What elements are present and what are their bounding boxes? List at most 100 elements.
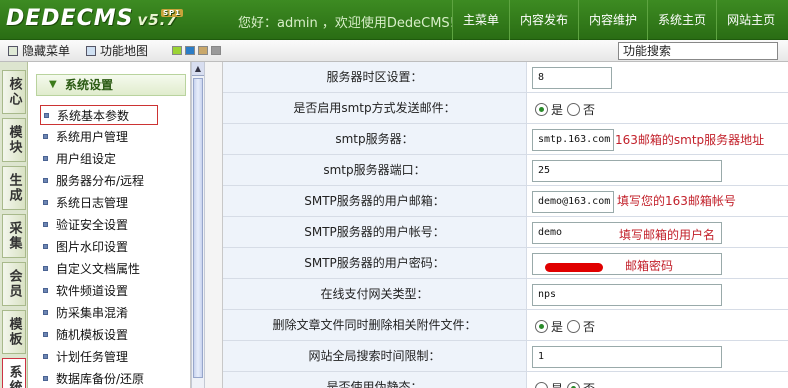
swatch-gray[interactable]	[211, 46, 221, 55]
tab-core[interactable]: 核心	[2, 70, 26, 114]
menu-item-security[interactable]: 验证安全设置	[40, 215, 128, 235]
payment-gateway-input[interactable]: nps	[532, 284, 722, 306]
smtp-server-input[interactable]: smtp.163.com	[532, 129, 614, 151]
menu-item-backup[interactable]: 数据库备份/还原	[40, 369, 144, 388]
setting-label: smtp服务器端口：	[223, 155, 527, 185]
tab-module[interactable]: 模块	[2, 118, 26, 162]
frame-gap	[205, 62, 222, 388]
radio-yes[interactable]	[535, 103, 548, 116]
menu-item-random-template[interactable]: 随机模板设置	[40, 325, 128, 345]
menu-item-basic-params[interactable]: 系统基本参数	[40, 105, 158, 125]
bullet-icon	[43, 310, 48, 315]
menu-item-label: 数据库备份/还原	[56, 372, 145, 386]
menu-item-groups[interactable]: 用户组设定	[40, 149, 116, 169]
tab-member[interactable]: 会员	[2, 262, 26, 306]
menu-item-label: 用户组设定	[56, 152, 117, 166]
welcome-text: 您好：admin ，欢迎使用DedeCMS!	[238, 16, 455, 31]
radio-no[interactable]	[567, 103, 581, 116]
hide-menu-button[interactable]: 隐藏菜单	[8, 43, 70, 59]
tab-generate[interactable]: 生成	[2, 166, 26, 210]
menu-item-watermark[interactable]: 图片水印设置	[40, 237, 128, 257]
radio-yes[interactable]	[535, 382, 548, 388]
swatch-tan[interactable]	[198, 46, 208, 55]
setting-row-smtp-server: smtp服务器： smtp.163.com 163邮箱的smtp服务器地址	[223, 124, 788, 155]
setting-value-cell: 是 否	[527, 372, 788, 388]
setting-label: SMTP服务器的用户密码：	[223, 248, 527, 278]
menu-item-tasks[interactable]: 计划任务管理	[40, 347, 128, 367]
setting-label: SMTP服务器的用户帐号：	[223, 217, 527, 247]
menu-section-title: 系统设置	[65, 78, 114, 92]
bullet-icon	[44, 113, 49, 118]
bullet-icon	[43, 156, 48, 161]
side-menu-scrollbar[interactable]: ▲	[191, 62, 205, 388]
bullet-icon	[43, 222, 48, 227]
scroll-up-icon[interactable]: ▲	[192, 62, 204, 76]
swatch-green[interactable]	[172, 46, 182, 55]
redacted-mark	[545, 263, 603, 272]
nav-main-menu[interactable]: 主菜单	[452, 0, 509, 40]
smtp-email-note: 填写您的163邮箱帐号	[617, 194, 736, 208]
pseudo-static-radio-group: 是 否	[535, 380, 599, 388]
menu-item-software[interactable]: 软件频道设置	[40, 281, 128, 301]
menu-section-header[interactable]: ▼ 系统设置	[36, 74, 186, 96]
search-limit-input[interactable]: 1	[532, 346, 722, 368]
nav-content-publish[interactable]: 内容发布	[509, 0, 578, 40]
top-nav: 主菜单 内容发布 内容维护 系统主页 网站主页	[452, 0, 785, 40]
setting-row-delete-attachments: 删除文章文件同时删除相关附件文件： 是 否	[223, 310, 788, 341]
setting-value-cell: demo 填写邮箱的用户名	[527, 217, 788, 247]
menu-item-servers[interactable]: 服务器分布/远程	[40, 171, 144, 191]
setting-value-cell: 1	[527, 341, 788, 371]
radio-no[interactable]	[567, 382, 581, 388]
setting-label: 在线支付网关类型：	[223, 279, 527, 309]
radio-yes[interactable]	[535, 320, 548, 333]
tab-collect[interactable]: 采集	[2, 214, 26, 258]
setting-value-cell: 8	[527, 62, 788, 92]
menu-item-label: 服务器分布/远程	[56, 174, 145, 188]
nav-content-maintain[interactable]: 内容维护	[578, 0, 647, 40]
nav-system-home[interactable]: 系统主页	[647, 0, 716, 40]
radio-no[interactable]	[567, 320, 581, 333]
radio-yes-label: 是	[551, 320, 564, 334]
bullet-icon	[43, 178, 48, 183]
menu-item-label: 系统用户管理	[56, 130, 129, 144]
menu-item-doc-attrs[interactable]: 自定义文档属性	[40, 259, 140, 279]
smtp-email-input[interactable]: demo@163.com	[532, 191, 614, 213]
toolbar: 隐藏菜单 功能地图 功能搜索	[0, 40, 788, 62]
logo-text: DEDECMS	[6, 6, 134, 31]
setting-value-cell: demo@163.com 填写您的163邮箱帐号	[527, 186, 788, 216]
bullet-icon	[43, 244, 48, 249]
menu-item-label: 随机模板设置	[56, 328, 129, 342]
delete-attachments-radio-group: 是 否	[535, 318, 599, 335]
setting-value-cell: 是 否	[527, 310, 788, 340]
menu-item-logs[interactable]: 系统日志管理	[40, 193, 128, 213]
site-map-button[interactable]: 功能地图	[86, 43, 148, 59]
scroll-thumb[interactable]	[193, 78, 203, 378]
setting-row-smtp-port: smtp服务器端口： 25	[223, 155, 788, 186]
setting-value-cell: 邮箱密码	[527, 248, 788, 278]
setting-label: smtp服务器：	[223, 124, 527, 154]
setting-label: SMTP服务器的用户邮箱：	[223, 186, 527, 216]
menu-item-label: 图片水印设置	[56, 240, 129, 254]
setting-label: 是否启用smtp方式发送邮件：	[223, 93, 527, 123]
sp-badge: SP1	[161, 9, 184, 17]
smtp-port-input[interactable]: 25	[532, 160, 722, 182]
bullet-icon	[43, 288, 48, 293]
radio-no-label: 否	[583, 103, 596, 117]
swatch-blue[interactable]	[185, 46, 195, 55]
timezone-input[interactable]: 8	[532, 67, 612, 89]
tab-template[interactable]: 模板	[2, 310, 26, 354]
hide-menu-icon	[8, 46, 18, 56]
module-tabs: 核心 模块 生成 采集 会员 模板 系统	[0, 62, 28, 388]
tab-system[interactable]: 系统	[2, 358, 26, 388]
menu-item-anti-collect[interactable]: 防采集串混淆	[40, 303, 128, 323]
menu-item-users[interactable]: 系统用户管理	[40, 127, 128, 147]
smtp-password-note: 邮箱密码	[625, 259, 674, 273]
menu-item-label: 计划任务管理	[56, 350, 129, 364]
setting-label: 是否使用伪静态：	[223, 372, 527, 388]
setting-row-timezone: 服务器时区设置： 8	[223, 62, 788, 93]
function-search-input[interactable]: 功能搜索	[618, 42, 778, 60]
smtp-user-note: 填写邮箱的用户名	[619, 228, 716, 242]
setting-label: 服务器时区设置：	[223, 62, 527, 92]
nav-site-home[interactable]: 网站主页	[716, 0, 785, 40]
bullet-icon	[43, 376, 48, 381]
